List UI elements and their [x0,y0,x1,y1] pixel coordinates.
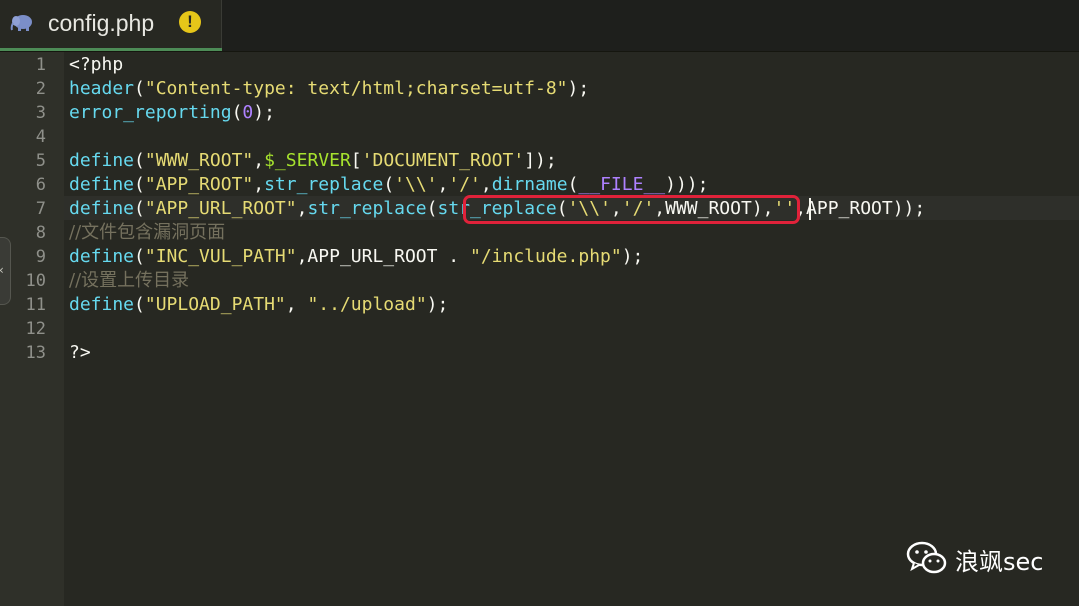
annotation-highlight-box [463,195,800,224]
code-token: dirname [491,174,568,195]
code-token: ))); [665,174,709,195]
code-token: , [253,174,265,195]
line-number: 1 [35,55,46,75]
code-token: , [296,198,308,219]
active-tab-indicator [0,48,222,51]
line-number: 5 [35,151,46,171]
code-token: ( [231,102,243,123]
tab-filename: config.php [48,10,155,36]
code-token: ); [253,102,275,123]
watermark-text: 浪飒sec [955,548,1044,576]
code-token: , [480,174,492,195]
code-token: ( [134,198,145,219]
code-token: ( [134,294,145,315]
code-token: "../upload" [307,294,427,315]
code-token: "UPLOAD_PATH" [144,294,286,315]
code-line[interactable]: //文件包含漏洞页面 [69,221,225,245]
code-token: 'DOCUMENT_ROOT' [361,150,525,171]
code-token: "APP_ROOT" [144,174,254,195]
tab-bar: config.php ! [0,0,1079,52]
line-number: 2 [35,79,46,99]
code-token: define [69,198,135,219]
code-line[interactable]: define("APP_ROOT",str_replace('\\','/',d… [69,173,708,197]
code-token: "/include.php" [469,246,622,267]
code-token: ( [383,174,395,195]
code-token: str_replace [264,174,384,195]
code-token: //文件包含漏洞页面 [69,222,226,243]
code-token: define [69,246,135,267]
code-token: , [285,294,308,315]
code-token: $_SERVER [264,150,351,171]
code-token: "APP_URL_ROOT" [144,198,297,219]
code-line[interactable]: error_reporting(0); [69,101,275,125]
code-token: define [69,294,135,315]
code-line[interactable]: <?php [69,53,123,77]
code-token: ?> [69,342,91,363]
code-token: ,APP_ROOT)); [795,198,926,219]
code-line[interactable]: define("INC_VUL_PATH",APP_URL_ROOT . "/i… [69,245,643,269]
line-number: 12 [25,319,46,339]
code-token: ( [134,150,145,171]
code-token: ); [567,78,590,99]
line-number-gutter: 1 2 3 4 5 6 7 8 9 10 11 12 13 [0,52,64,606]
text-cursor [809,198,811,220]
wechat-icon [906,541,947,574]
code-token: error_reporting [69,102,232,123]
code-line[interactable]: define("UPLOAD_PATH", "../upload"); [69,293,448,317]
code-token: ]); [524,150,557,171]
code-token: ( [567,174,579,195]
code-token: "WWW_ROOT" [144,150,254,171]
code-token: <?php [69,54,124,75]
line-number: 7 [35,199,46,219]
code-token: ( [134,174,145,195]
code-token: "Content-type: text/html;charset=utf-8" [144,78,568,99]
line-number: 13 [25,343,46,363]
code-token: ( [134,246,145,267]
code-line[interactable]: //设置上传目录 [69,269,189,293]
collapse-arrow-icon: ‹ [0,263,4,277]
php-elephant-icon [10,15,32,31]
side-panel-handle[interactable]: ‹ [0,237,11,305]
code-line[interactable]: header("Content-type: text/html;charset=… [69,77,589,101]
code-token: define [69,174,135,195]
line-number: 4 [35,127,46,147]
code-token: ( [134,78,145,99]
code-token: , [437,174,449,195]
code-token: '\\' [394,174,438,195]
code-token: "INC_VUL_PATH" [144,246,297,267]
warning-icon[interactable]: ! [179,11,201,33]
code-token: ); [426,294,449,315]
line-number: 3 [35,103,46,123]
code-token: header [69,78,135,99]
code-token: 0 [242,102,254,123]
line-number: 6 [35,175,46,195]
code-token: define [69,150,135,171]
code-line[interactable]: ?> [69,341,91,365]
code-token: ,APP_URL_ROOT . [296,246,470,267]
code-token: //设置上传目录 [69,270,190,291]
code-token: ( [426,198,438,219]
code-token: , [253,150,265,171]
code-token: '/' [448,174,481,195]
code-token: __FILE__ [578,174,666,195]
code-token: [ [350,150,362,171]
code-token: str_replace [307,198,427,219]
code-token: ); [621,246,644,267]
tab-config-php[interactable]: config.php ! [0,0,222,51]
code-line[interactable]: define("WWW_ROOT",$_SERVER['DOCUMENT_ROO… [69,149,557,173]
